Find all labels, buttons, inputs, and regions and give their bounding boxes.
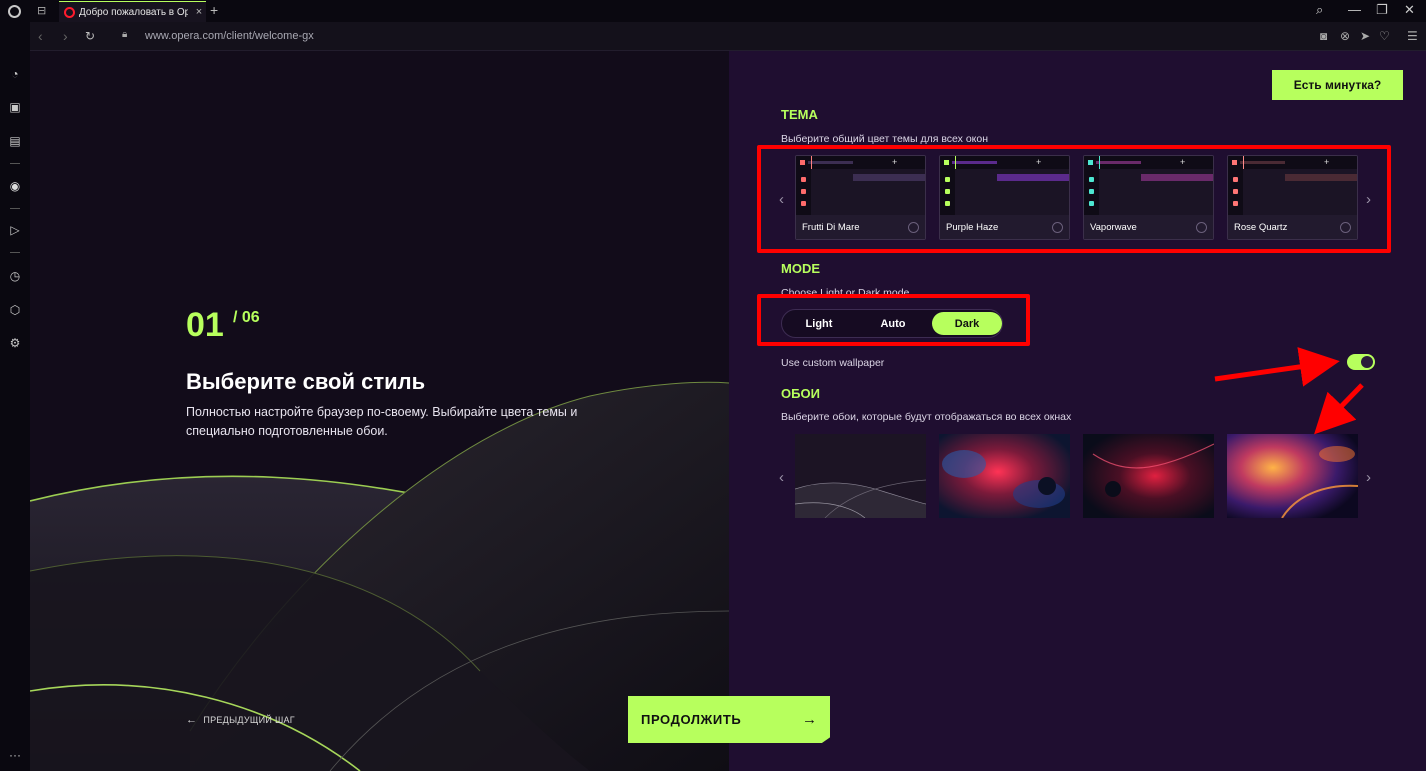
sidebar: ◔ ▣ ▤ ◉ ▷ ◷ ⬡ ⚙ ···	[0, 22, 30, 771]
settings-gear-icon[interactable]: ⚙	[7, 335, 23, 351]
wallpaper-thumb-waves[interactable]	[795, 434, 926, 518]
got-a-minute-button[interactable]: Есть минутка?	[1272, 70, 1403, 100]
tab-welcome[interactable]: Добро пожаловать в Ope ×	[59, 1, 206, 22]
arrow-left-icon: ←	[186, 714, 198, 726]
history-icon[interactable]: ◷	[7, 268, 23, 284]
more-icon[interactable]: ···	[7, 747, 23, 763]
theme-heading: ТЕМА	[781, 107, 818, 122]
wallpaper-next-arrow-icon[interactable]: ›	[1366, 469, 1371, 486]
wallpaper-prev-arrow-icon[interactable]: ‹	[779, 469, 784, 486]
telegram-icon[interactable]: ◉	[7, 178, 23, 194]
previous-step-label: ПРЕДЫДУЩИЙ ШАГ	[203, 715, 295, 725]
extensions-icon[interactable]: ⬡	[7, 302, 23, 318]
continue-button[interactable]: ПРОДОЛЖИТЬ →	[628, 696, 830, 743]
wallpapers-subtitle: Выберите обои, которые будут отображатьс…	[781, 411, 1072, 423]
easy-setup-icon[interactable]: ☰	[1407, 29, 1418, 43]
twitch-icon[interactable]: ▤	[7, 133, 23, 149]
address-bar: ‹ › ↻ 🔒︎ www.opera.com/client/welcome-gx…	[30, 22, 1426, 51]
minimize-icon[interactable]: —	[1348, 2, 1361, 17]
sidebar-divider	[10, 208, 20, 209]
opera-favicon-icon	[64, 6, 75, 18]
opera-logo-icon[interactable]	[8, 5, 21, 18]
search-icon[interactable]: ⌕	[1316, 2, 1323, 18]
wallpaper-thumb-nebula-red[interactable]	[939, 434, 1070, 518]
heart-icon[interactable]: ♡	[1379, 29, 1390, 43]
sidebar-divider	[10, 252, 20, 253]
mode-heading: MODE	[781, 261, 820, 276]
page-title: Выберите свой стиль	[186, 369, 426, 394]
url-field[interactable]: www.opera.com/client/welcome-gx	[145, 30, 314, 42]
gamepad-icon[interactable]: ⊟	[37, 4, 46, 17]
speed-dial-icon[interactable]: ◔	[7, 66, 23, 82]
hero-section: 01 / 06 Выберите свой стиль Полностью на…	[30, 51, 729, 771]
wallpapers-heading: ОБОИ	[781, 386, 820, 401]
theme-subtitle: Выберите общий цвет темы для всех окон	[781, 133, 989, 145]
lock-icon[interactable]: 🔒︎	[122, 29, 127, 40]
close-tab-icon[interactable]: ×	[192, 6, 206, 18]
close-window-icon[interactable]: ✕	[1404, 2, 1415, 18]
wallpaper-thumb-galaxy-orange[interactable]	[1227, 434, 1358, 518]
sidebar-divider	[10, 163, 20, 164]
tab-bar: ⊟ Добро пожаловать в Ope × + ⌕ — ❐ ✕	[0, 0, 1426, 22]
continue-label: ПРОДОЛЖИТЬ	[641, 712, 742, 727]
step-current: 01	[186, 306, 224, 344]
block-icon[interactable]: ⊗	[1340, 29, 1350, 43]
custom-wallpaper-toggle[interactable]	[1347, 354, 1375, 370]
page-description: Полностью настройте браузер по-своему. В…	[186, 405, 578, 438]
player-icon[interactable]: ▷	[7, 222, 23, 238]
restore-icon[interactable]: ❐	[1376, 2, 1388, 18]
reload-icon[interactable]: ↻	[85, 29, 95, 43]
gx-control-icon[interactable]: ▣	[7, 99, 23, 115]
custom-wallpaper-label: Use custom wallpaper	[781, 357, 885, 369]
new-tab-icon[interactable]: +	[210, 2, 218, 18]
send-icon[interactable]: ➤	[1360, 29, 1370, 43]
step-total: / 06	[233, 309, 260, 326]
forward-icon[interactable]: ›	[63, 28, 68, 44]
wallpaper-thumb-nebula-dark[interactable]	[1083, 434, 1214, 518]
camera-icon[interactable]: ◙	[1320, 29, 1327, 43]
annotation-box-mode	[757, 294, 1030, 346]
tab-title: Добро пожаловать в Ope	[79, 6, 188, 18]
previous-step-link[interactable]: ← ПРЕДЫДУЩИЙ ШАГ	[186, 714, 295, 726]
browser-window: ⊟ Добро пожаловать в Ope × + ⌕ — ❐ ✕ ‹ ›…	[0, 0, 1426, 771]
back-icon[interactable]: ‹	[38, 28, 43, 44]
annotation-box-themes	[757, 145, 1391, 253]
toggle-knob	[1361, 356, 1373, 368]
arrow-right-icon: →	[802, 711, 817, 728]
